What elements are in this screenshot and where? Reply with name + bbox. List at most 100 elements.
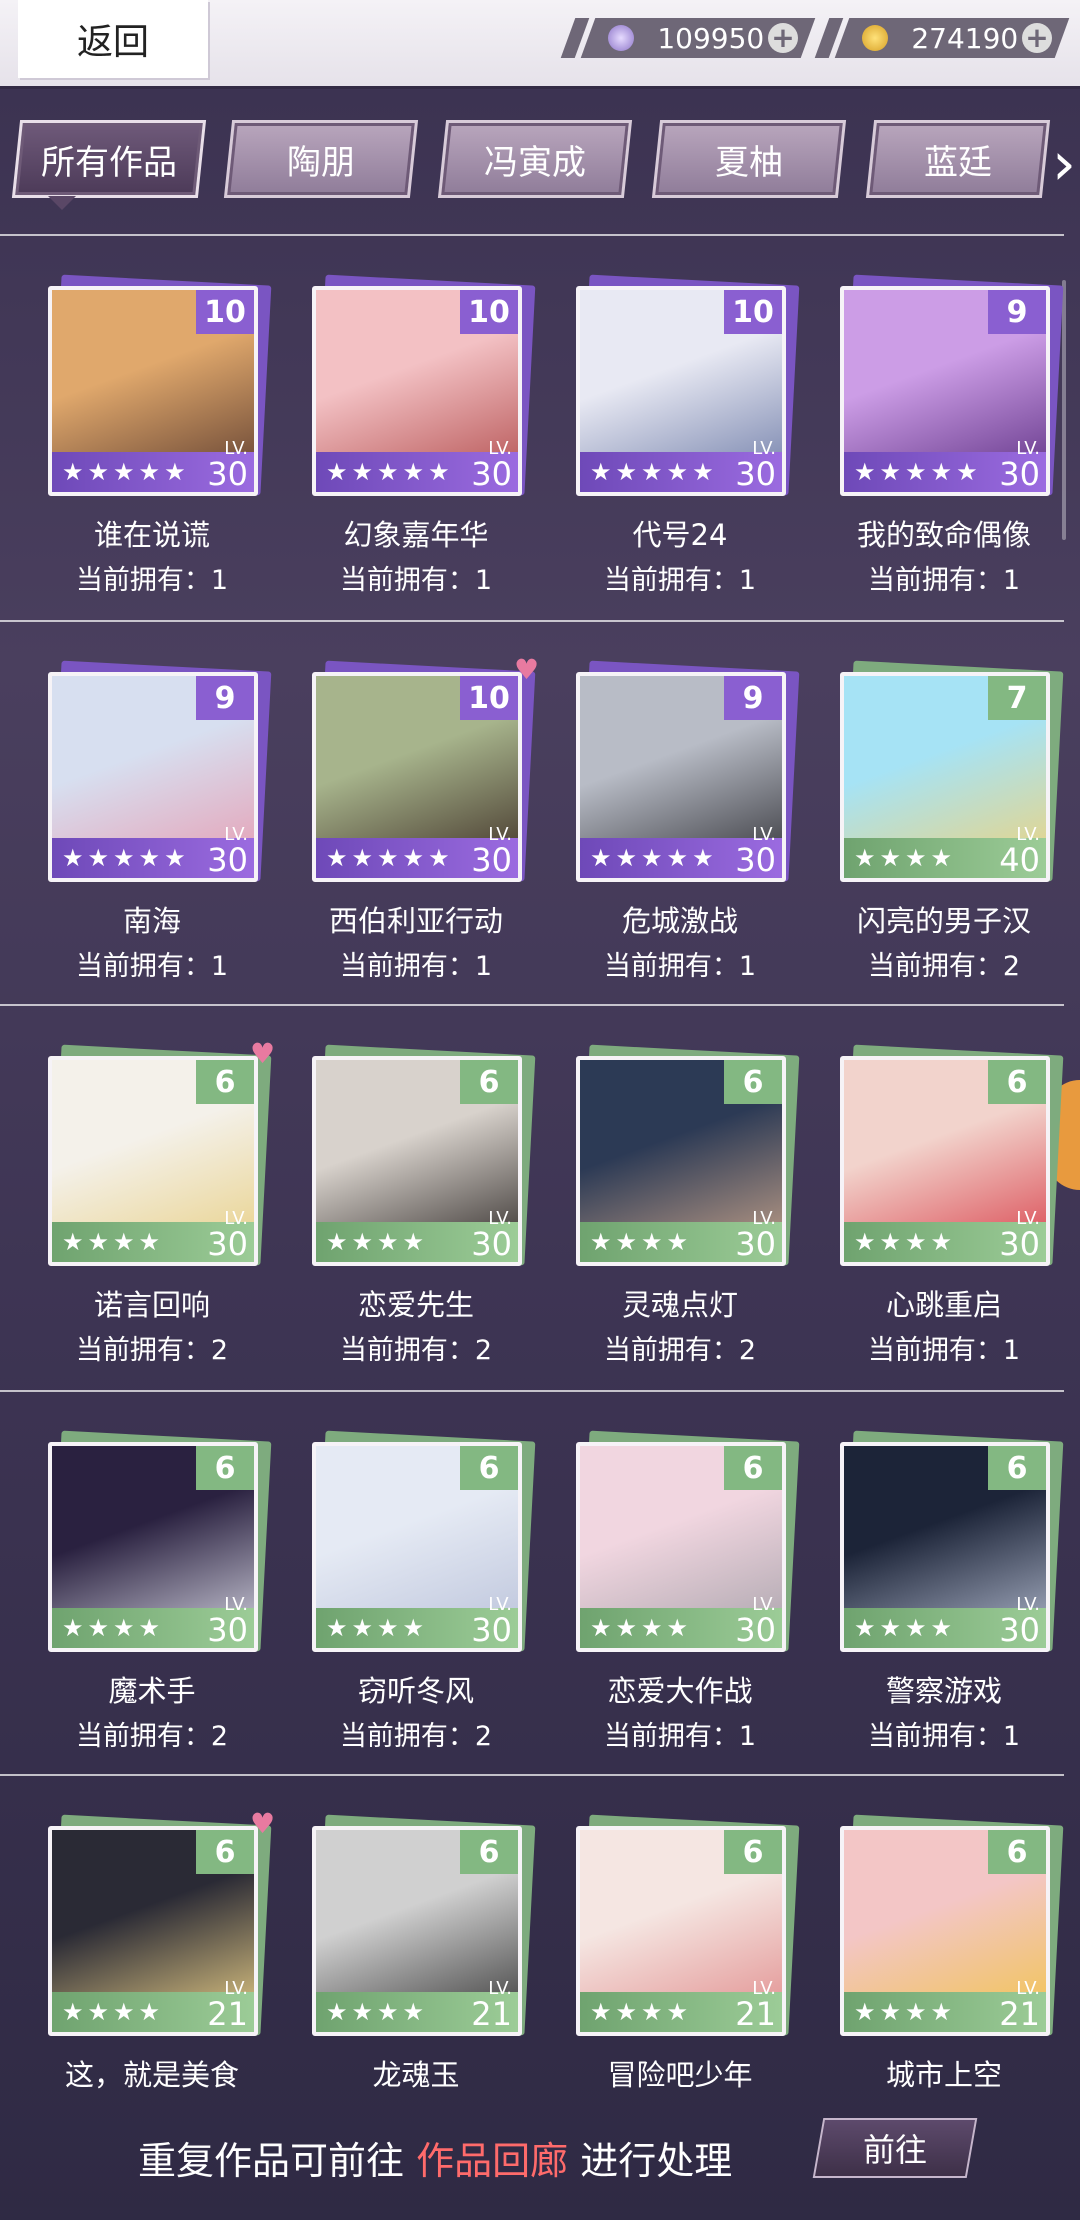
tab-lanting[interactable]: 蓝廷 <box>865 120 1051 198</box>
work-title: 恋爱先生 <box>357 1288 474 1322</box>
work-title: 魔术手 <box>108 1674 196 1708</box>
card-level: LV. 30 <box>735 826 776 879</box>
work-card[interactable]: 9 ★★★★★ LV. 30 <box>576 660 800 882</box>
coin-icon <box>862 25 888 51</box>
star-rating: ★★★★ <box>326 1998 429 2026</box>
work-title: 闪亮的男子汉 <box>856 904 1031 938</box>
work-title: 我的致命偶像 <box>856 518 1031 552</box>
work-title: 心跳重启 <box>885 1288 1002 1322</box>
owned-count: 当前拥有：1 <box>867 1721 1021 1752</box>
active-tab-indicator <box>48 196 76 210</box>
card-level: LV. 30 <box>471 1596 512 1647</box>
card-level: LV. 30 <box>471 440 512 493</box>
card-level: LV. 21 <box>999 1980 1040 2033</box>
work-card[interactable]: 7 ★★★★ LV. 40 <box>840 660 1064 882</box>
card-rarity-bar: ★★★★ LV. 21 <box>316 1980 518 2032</box>
work-card[interactable]: 9 ★★★★★ LV. 30 <box>48 660 272 882</box>
work-card[interactable]: 6 ★★★★ LV. 30 <box>312 1044 536 1266</box>
card-rarity-bar: ★★★★ LV. 30 <box>580 1596 782 1648</box>
gallery-link[interactable]: 作品回廊 <box>416 2139 568 2183</box>
card-count-badge: 6 <box>988 1060 1046 1104</box>
card-rarity-bar: ★★★★★ LV. 30 <box>316 826 518 878</box>
tab-all[interactable]: 所有作品 <box>11 120 207 198</box>
level-value: 30 <box>471 455 512 493</box>
owned-count: 当前拥有：2 <box>75 1335 229 1366</box>
heart-icon: ♥ <box>250 1037 276 1070</box>
divider <box>0 1390 1064 1392</box>
card-count-badge: 6 <box>988 1446 1046 1490</box>
card-count-badge: 10 <box>460 290 518 334</box>
card-frame: 6 ★★★★ LV. 21 <box>840 1826 1050 2036</box>
add-diamond-button[interactable]: + <box>768 21 798 54</box>
work-card[interactable]: 6 ★★★★ LV. 30 <box>840 1430 1064 1652</box>
scrollbar[interactable] <box>1062 280 1066 540</box>
work-card[interactable]: 10 ★★★★★ LV. 30 <box>576 274 800 496</box>
level-value: 21 <box>999 1995 1040 2033</box>
card-frame: 6 ★★★★ LV. 30 <box>840 1056 1050 1266</box>
owned-count: 当前拥有：1 <box>339 565 493 596</box>
card-frame: 6 ★★★★ LV. 30 <box>576 1056 786 1266</box>
work-card[interactable]: 6 ★★★★ LV. 21 ♥ <box>48 1810 275 2036</box>
card-rarity-bar: ★★★★★ LV. 30 <box>316 440 518 492</box>
card-frame: 6 ★★★★ LV. 30 <box>312 1056 522 1266</box>
work-card[interactable]: 10 ★★★★★ LV. 30 <box>48 274 272 496</box>
work-card[interactable]: 6 ★★★★ LV. 21 <box>312 1814 536 2036</box>
level-value: 30 <box>999 1611 1040 1649</box>
top-bar: 返回 109950 + 274190 + <box>0 0 1080 86</box>
goto-button[interactable]: 前往 <box>812 2118 978 2178</box>
star-rating: ★★★★ <box>62 1614 165 1642</box>
star-rating: ★★★★ <box>854 844 957 872</box>
coin-value: 274190 <box>911 21 1019 55</box>
work-title: 城市上空 <box>885 2058 1002 2092</box>
star-rating: ★★★★★ <box>62 458 190 486</box>
chevron-right-icon[interactable]: › <box>1052 134 1076 194</box>
card-rarity-bar: ★★★★ LV. 21 <box>580 1980 782 2032</box>
work-card[interactable]: 6 ★★★★ LV. 30 <box>576 1430 800 1652</box>
owned-count: 当前拥有：1 <box>603 1721 757 1752</box>
tab-fengyincheng[interactable]: 冯寅成 <box>437 120 633 198</box>
card-frame: 6 ★★★★ LV. 21 <box>312 1826 522 2036</box>
heart-icon: ♥ <box>514 653 540 686</box>
card-rarity-bar: ★★★★ LV. 30 <box>52 1596 254 1649</box>
card-rarity-bar: ★★★★★ LV. 30 <box>580 440 782 493</box>
owned-count: 当前拥有：1 <box>75 565 229 596</box>
card-rarity-bar: ★★★★★ LV. 30 <box>52 440 254 493</box>
card-rarity-bar: ★★★★★ LV. 30 <box>52 826 254 878</box>
owned-count: 当前拥有：1 <box>867 565 1021 596</box>
level-value: 30 <box>207 455 248 493</box>
tab-xiayou[interactable]: 夏柚 <box>651 120 847 198</box>
star-rating: ★★★★ <box>62 1228 165 1256</box>
work-card[interactable]: 6 ★★★★ LV. 30 <box>48 1430 272 1652</box>
card-level: LV. 30 <box>207 826 248 877</box>
work-card[interactable]: 6 ★★★★ LV. 30 <box>840 1044 1064 1266</box>
card-level: LV. 40 <box>999 826 1040 877</box>
card-rarity-bar: ★★★★ LV. 30 <box>316 1210 518 1262</box>
work-card[interactable]: 9 ★★★★★ LV. 30 <box>840 274 1064 496</box>
divider <box>0 1774 1064 1776</box>
divider <box>0 234 1064 236</box>
add-coin-button[interactable]: + <box>1022 21 1052 54</box>
work-card[interactable]: 6 ★★★★ LV. 21 <box>840 1814 1064 2036</box>
level-value: 30 <box>207 1611 248 1649</box>
card-frame: 10 ★★★★★ LV. 30 <box>576 286 786 496</box>
tab-taopeng[interactable]: 陶朋 <box>223 120 419 198</box>
work-card[interactable]: 10 ★★★★★ LV. 30 ♥ <box>312 656 539 882</box>
work-title: 危城激战 <box>621 904 738 938</box>
work-card[interactable]: 6 ★★★★ LV. 21 <box>576 1814 800 2036</box>
star-rating: ★★★★★ <box>590 844 718 872</box>
back-button[interactable]: 返回 <box>18 0 208 78</box>
card-frame: 9 ★★★★★ LV. 30 <box>840 286 1050 496</box>
star-rating: ★★★★★ <box>62 844 190 872</box>
work-card[interactable]: 10 ★★★★★ LV. 30 <box>312 274 536 496</box>
card-rarity-bar: ★★★★ LV. 30 <box>844 1596 1046 1649</box>
level-value: 30 <box>735 455 776 493</box>
card-rarity-bar: ★★★★ LV. 30 <box>316 1596 518 1648</box>
card-frame: 10 ★★★★★ LV. 30 <box>312 286 522 496</box>
work-card[interactable]: 6 ★★★★ LV. 30 ♥ <box>48 1040 275 1266</box>
level-value: 30 <box>735 841 776 879</box>
work-card[interactable]: 6 ★★★★ LV. 30 <box>576 1044 800 1266</box>
card-level: LV. 30 <box>999 1210 1040 1261</box>
card-count-badge: 9 <box>196 676 254 720</box>
work-card[interactable]: 6 ★★★★ LV. 30 <box>312 1430 536 1652</box>
card-count-badge: 6 <box>988 1830 1046 1874</box>
